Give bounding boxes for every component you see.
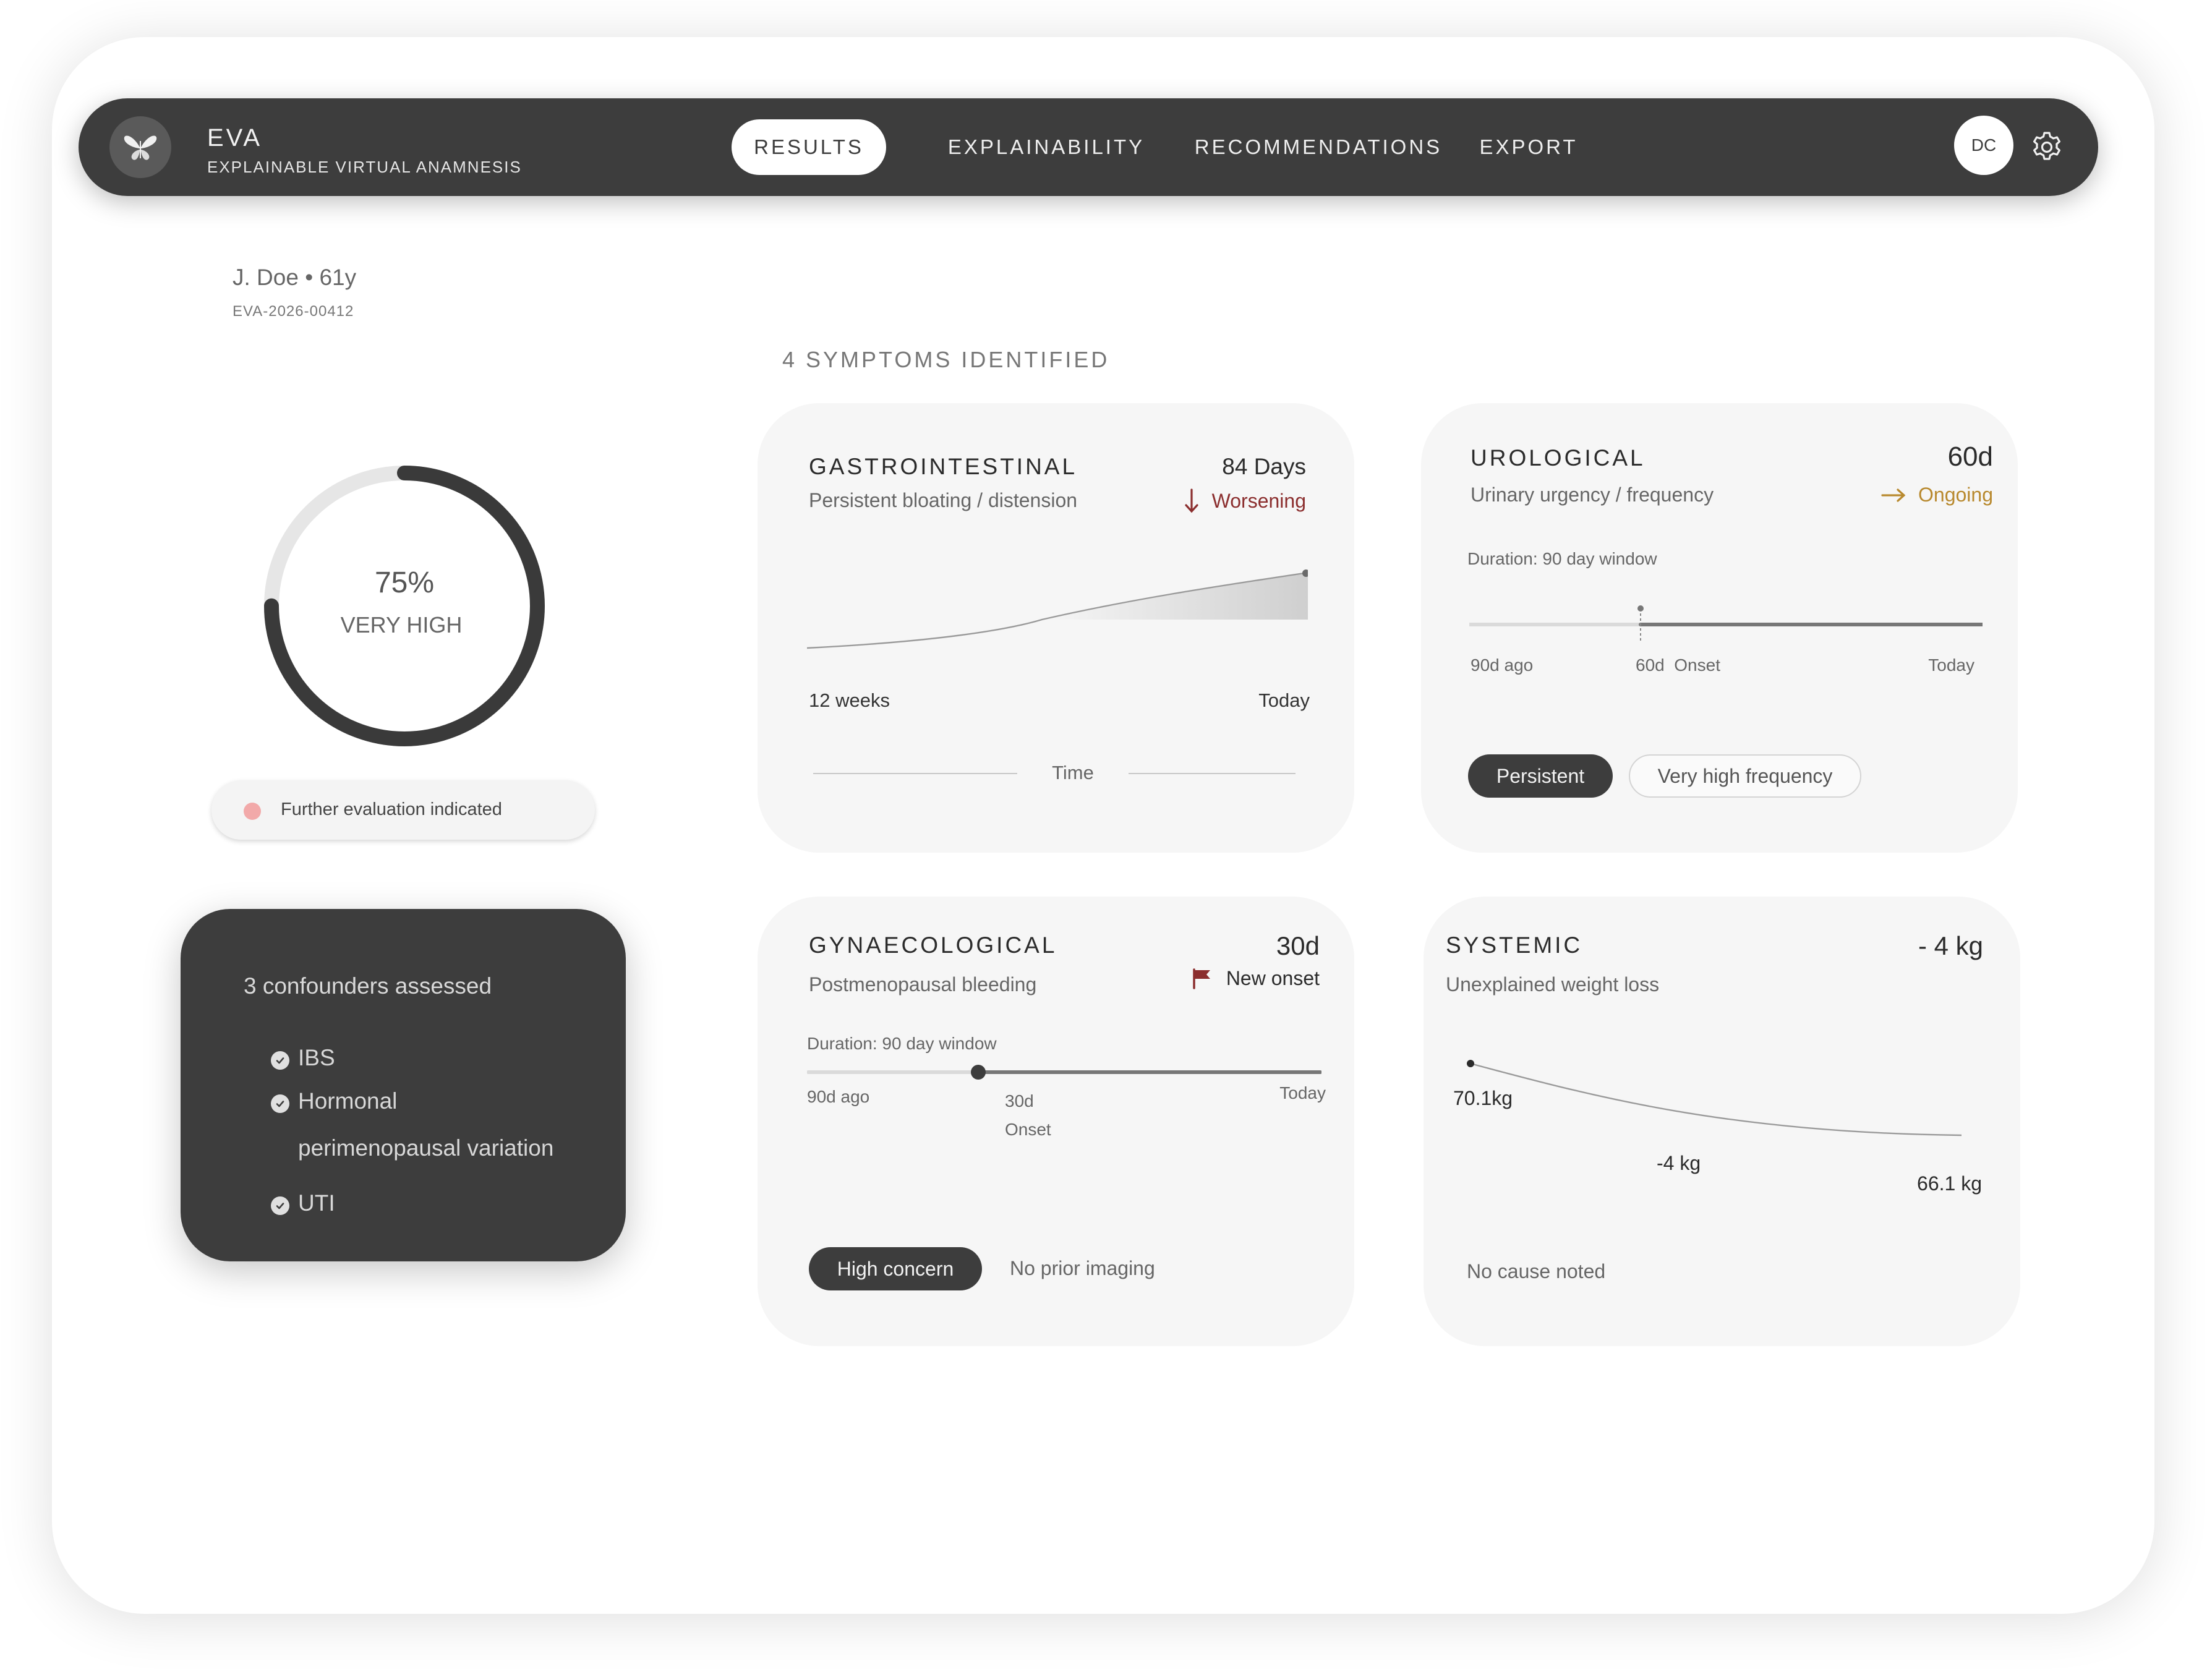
tag-persistent[interactable]: Persistent	[1468, 754, 1613, 798]
timeline-onset-label: 60d Onset	[1636, 655, 1720, 675]
check-circle-icon	[271, 1196, 289, 1215]
tag-no-prior-imaging: No prior imaging	[1010, 1257, 1155, 1279]
trend-indicator: Ongoing	[1881, 484, 1993, 506]
patient-name: J. Doe • 61y	[233, 265, 357, 290]
flag-icon	[1193, 968, 1210, 989]
trend-indicator: Worsening	[1184, 488, 1306, 513]
weight-chart	[1467, 1060, 1962, 1136]
tag-frequency[interactable]: Very high frequency	[1629, 754, 1861, 798]
card-duration: 84 Days	[1222, 454, 1306, 479]
confounders-title: 3 confounders assessed	[244, 973, 492, 999]
onset-marker-dot	[971, 1065, 986, 1080]
tab-export[interactable]: EXPORT	[1470, 119, 1587, 175]
tab-explainability[interactable]: EXPLAINABILITY	[932, 119, 1161, 175]
weight-start-point	[1467, 1060, 1474, 1067]
gear-icon[interactable]	[2030, 130, 2064, 164]
trend-chart	[807, 569, 1308, 649]
confounder-label: UTI	[298, 1190, 335, 1216]
risk-level: VERY HIGH	[340, 612, 463, 637]
card-subtitle: Persistent bloating / distension	[809, 489, 1078, 511]
flag-label: New onset	[1226, 967, 1320, 989]
confounder-label-line: perimenopausal variation	[298, 1135, 554, 1161]
symptoms-heading: 4 SYMPTOMS IDENTIFIED	[782, 347, 1110, 372]
confounders-panel: 3 confounders assessed IBS Hormonal peri…	[181, 909, 626, 1261]
weight-delta-label: -4 kg	[1657, 1152, 1701, 1174]
card-weight-change: - 4 kg	[1918, 931, 1983, 960]
card-subtitle: Urinary urgency / frequency	[1471, 484, 1714, 506]
trend-label: Worsening	[1211, 489, 1306, 512]
duration-window-label: Duration: 90 day window	[1467, 549, 1657, 568]
timeline-start-label: 90d ago	[807, 1087, 870, 1106]
symptom-card-gynaecological[interactable]: GYNAECOLOGICAL Postmenopausal bleeding 3…	[758, 897, 1354, 1346]
app-subtitle: EXPLAINABLE VIRTUAL ANAMNESIS	[207, 158, 522, 176]
card-subtitle: Unexplained weight loss	[1446, 973, 1660, 996]
note-label: No cause noted	[1467, 1260, 1606, 1282]
tag-high-concern[interactable]: High concern	[809, 1247, 982, 1290]
x-start-label: 12 weeks	[809, 689, 890, 711]
symptom-card-gastrointestinal[interactable]: GASTROINTESTINAL Persistent bloating / d…	[758, 403, 1354, 853]
card-title: SYSTEMIC	[1446, 932, 1583, 958]
timeline-end-label: Today	[1928, 655, 1974, 675]
timeline-onset-label: 30d Onset	[1005, 1091, 1051, 1139]
card-duration: 30d	[1276, 931, 1320, 960]
trend-area	[1042, 573, 1308, 620]
evaluation-status-text: Further evaluation indicated	[281, 799, 502, 819]
risk-percent: 75%	[374, 566, 435, 599]
confounder-label: IBS	[298, 1045, 335, 1070]
axis-label: Time	[1052, 762, 1094, 783]
symptom-card-urological[interactable]: UROLOGICAL Urinary urgency / frequency 6…	[1421, 403, 2018, 853]
duration-timeline	[807, 1065, 1321, 1080]
card-title: GASTROINTESTINAL	[809, 454, 1078, 479]
trend-label: Ongoing	[1918, 484, 1993, 506]
onset-marker-dot	[1637, 605, 1644, 612]
check-circle-icon	[271, 1094, 289, 1113]
confounder-item: IBS	[271, 1045, 335, 1081]
start-weight-label: 70.1kg	[1453, 1087, 1513, 1109]
symptom-card-systemic[interactable]: SYSTEMIC Unexplained weight loss - 4 kg …	[1424, 897, 2020, 1346]
evaluation-status-badge[interactable]: Further evaluation indicated	[211, 780, 595, 840]
card-title: UROLOGICAL	[1471, 445, 1646, 471]
risk-gauge	[264, 466, 545, 746]
check-circle-icon	[271, 1051, 289, 1070]
butterfly-icon[interactable]	[109, 116, 171, 178]
duration-window-label: Duration: 90 day window	[807, 1034, 997, 1053]
arrow-right-icon	[1881, 488, 1906, 502]
tab-recommendations[interactable]: RECOMMENDATIONS	[1179, 119, 1458, 175]
arrow-down-icon	[1185, 488, 1198, 513]
app-title: EVA	[207, 124, 263, 151]
card-title: GYNAECOLOGICAL	[809, 932, 1057, 958]
confounder-label-line: Hormonal	[298, 1088, 398, 1114]
timeline-end-label: Today	[1279, 1083, 1326, 1102]
confounder-label: Hormonal perimenopausal variation	[298, 1078, 553, 1172]
end-weight-label: 66.1 kg	[1917, 1172, 1982, 1195]
tab-results[interactable]: RESULTS	[732, 119, 886, 175]
new-onset-flag: New onset	[1192, 967, 1320, 990]
card-duration: 60d	[1947, 441, 1993, 472]
axis-rule-left	[813, 773, 1017, 774]
user-avatar[interactable]: DC	[1954, 116, 2013, 175]
timeline-start-label: 90d ago	[1471, 655, 1534, 675]
confounder-item: UTI	[271, 1190, 335, 1227]
top-nav-bar: EVA EXPLAINABLE VIRTUAL ANAMNESIS RESULT…	[79, 98, 2098, 196]
duration-timeline	[1469, 605, 1983, 641]
status-dot-icon	[244, 803, 261, 820]
patient-id: EVA-2026-00412	[233, 303, 354, 320]
x-end-label: Today	[1258, 689, 1310, 711]
weight-line	[1470, 1062, 1962, 1136]
axis-rule-right	[1129, 773, 1296, 774]
card-subtitle: Postmenopausal bleeding	[809, 973, 1037, 996]
confounder-item: Hormonal perimenopausal variation	[271, 1088, 553, 1172]
